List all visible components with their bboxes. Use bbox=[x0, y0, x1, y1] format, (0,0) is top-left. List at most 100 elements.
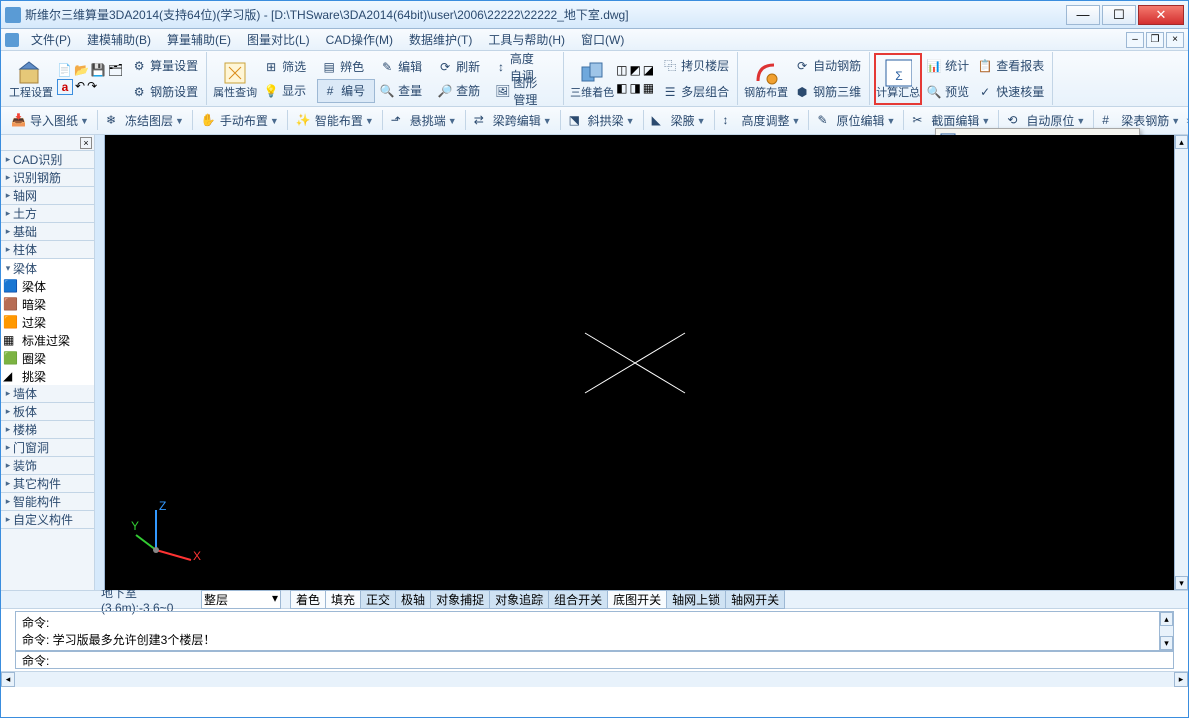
menu-6[interactable]: 工具与帮助(H) bbox=[480, 29, 573, 50]
menu-4[interactable]: CAD操作(M) bbox=[318, 29, 401, 50]
rebar-layout-button[interactable]: 钢筋布置 bbox=[742, 53, 790, 105]
cube1-icon[interactable]: ◫ bbox=[616, 63, 627, 77]
status-toggle-3[interactable]: 极轴 bbox=[395, 590, 431, 609]
cube4-icon[interactable]: ◧ bbox=[616, 81, 627, 95]
leaf-挑梁[interactable]: ◢挑梁 bbox=[1, 367, 94, 385]
tb2-6[interactable]: ⬔斜拱梁▼ bbox=[563, 110, 641, 131]
scroll-left-button[interactable]: ◂ bbox=[1, 672, 15, 687]
calc-summary-button[interactable]: Σ 计算汇总 bbox=[874, 53, 922, 105]
status-toggle-9[interactable]: 轴网开关 bbox=[725, 590, 785, 609]
property-query-button[interactable]: 属性查询 bbox=[211, 53, 259, 105]
tb2-3[interactable]: ✨智能布置▼ bbox=[290, 110, 380, 131]
cube2-icon[interactable]: ◩ bbox=[629, 63, 640, 77]
status-toggle-6[interactable]: 组合开关 bbox=[548, 590, 608, 609]
leaf-梁体[interactable]: 🟦梁体 bbox=[1, 277, 94, 295]
leaf-标准过梁[interactable]: ▦标准过梁 bbox=[1, 331, 94, 349]
cmd-scroll-down[interactable]: ▾ bbox=[1160, 636, 1173, 650]
view-report-button[interactable]: 📋查看报表 bbox=[973, 54, 1048, 78]
floor-combo[interactable]: 整层▾ bbox=[201, 590, 281, 609]
rebar-settings-button[interactable]: ⚙钢筋设置 bbox=[127, 80, 202, 104]
status-toggle-8[interactable]: 轴网上锁 bbox=[666, 590, 726, 609]
redo-icon[interactable]: ↷ bbox=[87, 79, 97, 95]
preview-button[interactable]: 🔍预览 bbox=[922, 80, 973, 104]
menu-5[interactable]: 数据维护(T) bbox=[401, 29, 480, 50]
g2-item-1[interactable]: ▤辨色 bbox=[317, 55, 375, 79]
leaf-暗梁[interactable]: 🟫暗梁 bbox=[1, 295, 94, 313]
tree-轴网[interactable]: ▸ 轴网 bbox=[1, 187, 94, 205]
tree-门窗洞[interactable]: ▸ 门窗洞 bbox=[1, 439, 94, 457]
copy-floor-button[interactable]: ⿻拷贝楼层 bbox=[658, 54, 733, 78]
tb2-1[interactable]: ❄冻结图层▼ bbox=[100, 110, 190, 131]
tb2-7[interactable]: ◣梁腋▼ bbox=[646, 110, 712, 131]
tb2-9[interactable]: ✎原位编辑▼ bbox=[811, 110, 901, 131]
auto-rebar-button[interactable]: ⟳自动钢筋 bbox=[790, 54, 865, 78]
multi-floor-button[interactable]: ☰多层组合 bbox=[658, 80, 733, 104]
maximize-button[interactable]: ☐ bbox=[1102, 5, 1136, 25]
scroll-down-button[interactable]: ▾ bbox=[1175, 576, 1188, 590]
minimize-button[interactable]: — bbox=[1066, 5, 1100, 25]
tree-CAD识别[interactable]: ▸ CAD识别 bbox=[1, 151, 94, 169]
g2-item-2[interactable]: ✎编辑 bbox=[375, 55, 433, 79]
menu-1[interactable]: 建模辅助(B) bbox=[79, 29, 159, 50]
canvas-area[interactable]: X Y Z bbox=[95, 135, 1174, 590]
leaf-圈梁[interactable]: 🟩圈梁 bbox=[1, 349, 94, 367]
tree-墙体[interactable]: ▸ 墙体 bbox=[1, 385, 94, 403]
tree-柱体[interactable]: ▸ 柱体 bbox=[1, 241, 94, 259]
g2-item-5[interactable]: 💡显示 bbox=[259, 79, 317, 103]
close-button[interactable]: ✕ bbox=[1138, 5, 1184, 25]
new-icon[interactable]: 📄 bbox=[57, 63, 72, 77]
tree-基础[interactable]: ▸ 基础 bbox=[1, 223, 94, 241]
child-close[interactable]: × bbox=[1166, 32, 1184, 48]
scroll-up-button[interactable]: ▴ bbox=[1175, 135, 1188, 149]
toolbar-overflow-icon[interactable]: » bbox=[1186, 115, 1188, 127]
tb2-5[interactable]: ⇄梁跨编辑▼ bbox=[468, 110, 558, 131]
a-icon[interactable]: a bbox=[57, 79, 73, 95]
child-minimize[interactable]: – bbox=[1126, 32, 1144, 48]
g2-item-0[interactable]: ⊞筛选 bbox=[259, 55, 317, 79]
cube5-icon[interactable]: ◨ bbox=[629, 81, 640, 95]
project-settings-button[interactable]: 工程设置 bbox=[7, 53, 55, 105]
save-icon[interactable]: 💾 bbox=[91, 63, 106, 77]
g2-item-8[interactable]: 🔎查筋 bbox=[433, 79, 491, 103]
child-restore[interactable]: ❐ bbox=[1146, 32, 1164, 48]
stats-button[interactable]: 📊统计 bbox=[922, 54, 973, 78]
tb2-0[interactable]: 📥导入图纸▼ bbox=[5, 110, 95, 131]
rebar-3d-button[interactable]: ⬢钢筋三维 bbox=[790, 80, 865, 104]
tree-识别钢筋[interactable]: ▸ 识别钢筋 bbox=[1, 169, 94, 187]
vertical-scrollbar[interactable]: ▴ ▾ bbox=[1174, 135, 1188, 590]
panel-close-button[interactable]: × bbox=[80, 137, 92, 149]
menu-0[interactable]: 文件(P) bbox=[23, 29, 79, 50]
menu-7[interactable]: 窗口(W) bbox=[573, 29, 632, 50]
cube6-icon[interactable]: ▦ bbox=[643, 81, 654, 95]
saveall-icon[interactable]: 🗂 bbox=[108, 63, 123, 77]
tree-自定义构件[interactable]: ▸ 自定义构件 bbox=[1, 511, 94, 529]
g2-item-6[interactable]: #编号 bbox=[317, 79, 375, 103]
menu-3[interactable]: 图量对比(L) bbox=[239, 29, 318, 50]
command-history[interactable]: 命令: 命令: 学习版最多允许创建3个楼层！ ▴ ▾ bbox=[15, 611, 1174, 651]
tb2-2[interactable]: ✋手动布置▼ bbox=[195, 110, 285, 131]
tb2-8[interactable]: ↕高度调整▼ bbox=[717, 110, 807, 131]
leaf-过梁[interactable]: 🟧过梁 bbox=[1, 313, 94, 331]
tree-板体[interactable]: ▸ 板体 bbox=[1, 403, 94, 421]
tb2-4[interactable]: ⬏悬挑端▼ bbox=[385, 110, 463, 131]
status-toggle-2[interactable]: 正交 bbox=[360, 590, 396, 609]
command-input[interactable]: 命令: bbox=[15, 651, 1174, 669]
quantity-settings-button[interactable]: ⚙算量设置 bbox=[127, 54, 202, 78]
status-toggle-4[interactable]: 对象捕捉 bbox=[430, 590, 490, 609]
status-toggle-0[interactable]: 着色 bbox=[290, 590, 326, 609]
tree-其它构件[interactable]: ▸ 其它构件 bbox=[1, 475, 94, 493]
tree-楼梯[interactable]: ▸ 楼梯 bbox=[1, 421, 94, 439]
cmd-scrollbar[interactable]: ▴ ▾ bbox=[1159, 612, 1173, 650]
g2-item-7[interactable]: 🔍查量 bbox=[375, 79, 433, 103]
open-icon[interactable]: 📂 bbox=[74, 63, 89, 77]
scroll-right-button[interactable]: ▸ bbox=[1174, 672, 1188, 687]
g2-item-9[interactable]: 🖼图形管理 bbox=[491, 79, 549, 103]
g2-item-3[interactable]: ⟳刷新 bbox=[433, 55, 491, 79]
menu-2[interactable]: 算量辅助(E) bbox=[159, 29, 239, 50]
tree-装饰[interactable]: ▸ 装饰 bbox=[1, 457, 94, 475]
status-toggle-7[interactable]: 底图开关 bbox=[607, 590, 667, 609]
status-toggle-1[interactable]: 填充 bbox=[325, 590, 361, 609]
tree-智能构件[interactable]: ▸ 智能构件 bbox=[1, 493, 94, 511]
tree-土方[interactable]: ▸ 土方 bbox=[1, 205, 94, 223]
drawing-canvas[interactable]: X Y Z bbox=[95, 135, 1174, 590]
